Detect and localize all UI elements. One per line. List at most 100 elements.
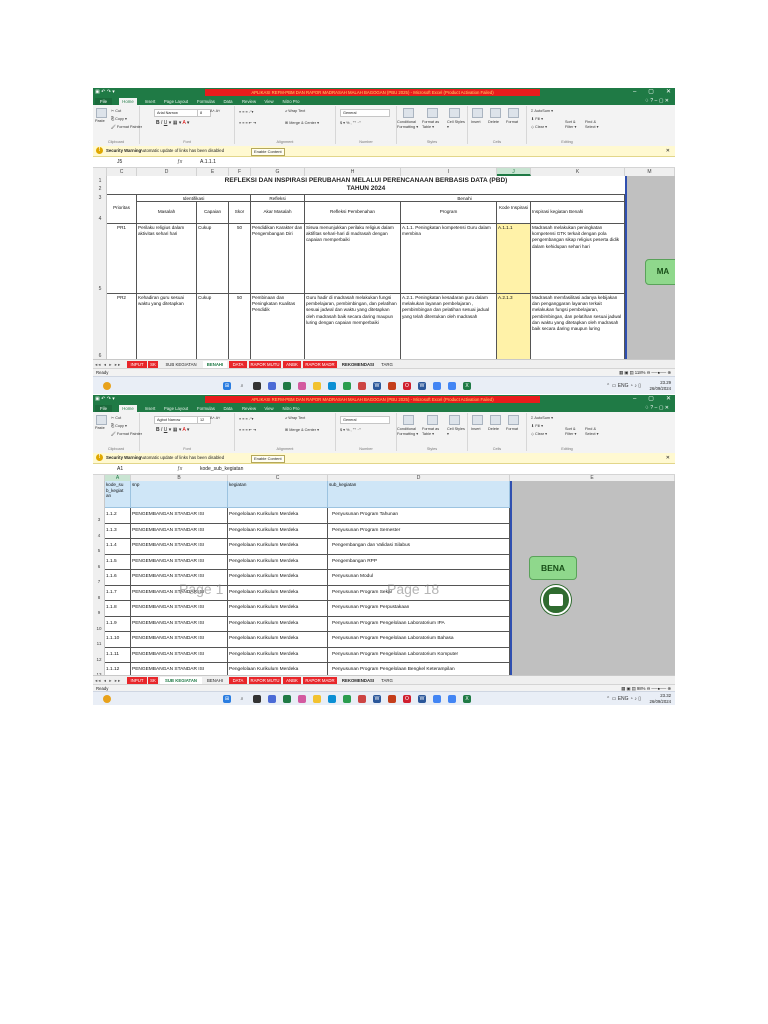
- prioritas-cell[interactable]: PR2: [107, 294, 137, 359]
- format-as-table-button[interactable]: Format as Table ▾: [422, 120, 444, 129]
- row-number[interactable]: 4: [93, 216, 107, 222]
- sub-kegiatan-cell[interactable]: Penyusunan Program Pengelolaan Laborator…: [328, 632, 510, 648]
- sheet-tab-rapor-madr[interactable]: RAPOR MADR: [303, 361, 337, 368]
- insert-button[interactable]: Insert: [471, 427, 481, 431]
- sheet-tab-targ[interactable]: TARG: [379, 361, 395, 368]
- fx-icon[interactable]: ƒx: [177, 157, 182, 167]
- wrap-text-button[interactable]: ⤶ Wrap Text: [285, 416, 305, 420]
- font-grow-icon[interactable]: A˄ A˅: [210, 109, 220, 113]
- fx-icon[interactable]: ƒx: [177, 464, 182, 474]
- format-button[interactable]: Format: [506, 427, 518, 431]
- number-format-combo[interactable]: General: [340, 109, 390, 117]
- align-top-icon[interactable]: ≡ ≡ ≡ ⟋▾: [239, 416, 253, 421]
- snp-cell[interactable]: PENGEMBANGAN STANDAR ISI: [131, 632, 228, 648]
- snp-cell[interactable]: PENGEMBANGAN STANDAR ISI: [131, 663, 228, 675]
- sheet-tab-input[interactable]: INPUT: [127, 361, 147, 368]
- windows-start-icon[interactable]: ⊞: [223, 695, 231, 703]
- zoom-level[interactable]: ▦ ▣ ▤ 118% ⊖ ──●── ⊕: [619, 369, 671, 376]
- tab-data[interactable]: Data: [221, 98, 235, 105]
- word-icon[interactable]: W: [418, 695, 426, 703]
- skor-cell[interactable]: 50: [229, 224, 251, 294]
- chrome-icon[interactable]: [448, 695, 456, 703]
- bold-italic-underline[interactable]: B I U ▾ ▦ ▾ A ▾: [156, 120, 189, 126]
- tab-view[interactable]: View: [262, 98, 276, 105]
- snp-cell[interactable]: PENGEMBANGAN STANDAR ISI: [131, 616, 228, 632]
- kegiatan-cell[interactable]: Pengelolaan Kurikulum Merdeka: [228, 554, 328, 570]
- font-size-combo[interactable]: 12: [197, 416, 211, 424]
- sheet-tab-benahi[interactable]: BENAHI: [203, 677, 227, 684]
- kode-cell[interactable]: 1.1.5: [105, 554, 131, 570]
- sheet-tab-sub-kegiatan[interactable]: SUB KEGIATAN: [160, 361, 202, 368]
- sub-kegiatan-cell[interactable]: Pengembangan RPP: [328, 554, 510, 570]
- font-name-combo[interactable]: Arial Narrow: [154, 109, 198, 117]
- copy-button[interactable]: ⎘ Copy ▾: [111, 423, 127, 428]
- sub-kegiatan-cell[interactable]: Penyusunan Program Pengelolaan Bengkel K…: [328, 663, 510, 675]
- sheet-tab-sk[interactable]: SK: [148, 677, 158, 684]
- column-header[interactable]: I: [401, 168, 497, 176]
- column-header[interactable]: F: [229, 168, 251, 176]
- column-header[interactable]: H: [305, 168, 401, 176]
- autosum-button[interactable]: Σ AutoSum ▾: [531, 415, 553, 420]
- row-number[interactable]: 4: [93, 533, 105, 538]
- window-controls[interactable]: – ▢ ✕: [621, 88, 671, 97]
- bena-button[interactable]: BENA: [529, 556, 577, 580]
- sheet-tab-anbk[interactable]: ANBK: [283, 361, 301, 368]
- kegiatan-cell[interactable]: Pengelolaan Kurikulum Merdeka: [228, 585, 328, 601]
- chrome-icon[interactable]: [433, 695, 441, 703]
- kode-cell[interactable]: 1.1.2: [105, 508, 131, 524]
- row-number[interactable]: 5: [93, 548, 105, 553]
- app-icon[interactable]: [358, 695, 366, 703]
- app-icon[interactable]: [358, 382, 366, 390]
- task-view-icon[interactable]: [253, 695, 261, 703]
- font-grow-icon[interactable]: A˄ A˅: [210, 416, 220, 420]
- row-number[interactable]: 1: [93, 178, 107, 184]
- ribbon-help-icon[interactable]: ♢ ? – ▢ ✕: [644, 98, 669, 105]
- clear-button[interactable]: ◇ Clear ▾: [531, 431, 547, 436]
- tab-file[interactable]: File: [95, 98, 112, 105]
- tab-insert[interactable]: Insert: [142, 98, 158, 105]
- capaian-cell[interactable]: Cukup: [197, 224, 229, 294]
- clear-button[interactable]: ◇ Clear ▾: [531, 124, 547, 129]
- close-icon[interactable]: ✕: [666, 146, 670, 156]
- sub-kegiatan-cell[interactable]: Pengembangan dan Validasi Silabus: [328, 539, 510, 555]
- sheet-tab-rekomendasi[interactable]: REKOMENDASI: [339, 361, 377, 368]
- sheet-tab-rapor-mutu[interactable]: RAPOR MUTU: [249, 677, 281, 684]
- system-tray[interactable]: ⌃ ▭ ENG ◔ ♪ ▯: [606, 692, 641, 705]
- kode-cell[interactable]: 1.1.12: [105, 663, 131, 675]
- snp-cell[interactable]: PENGEMBANGAN STANDAR ISI: [131, 601, 228, 617]
- format-as-table-icon[interactable]: [427, 415, 438, 425]
- row-number[interactable]: 3: [93, 517, 105, 522]
- tab-page-layout[interactable]: Page Layout: [162, 98, 190, 105]
- akar-cell[interactable]: Pendidikan Karakter dan Pengembangan Dir…: [251, 224, 305, 294]
- search-icon[interactable]: ⌕: [238, 382, 246, 390]
- opera-icon[interactable]: O: [403, 382, 411, 390]
- cut-button[interactable]: ✂ Cut: [111, 415, 121, 420]
- snp-cell[interactable]: PENGEMBANGAN STANDAR ISI: [131, 523, 228, 539]
- quick-access-toolbar[interactable]: ▣ ↶ ↷ ▾: [95, 396, 131, 403]
- format-cells-icon[interactable]: [508, 108, 519, 118]
- find-select-button[interactable]: Find & Select ▾: [585, 120, 603, 129]
- sub-kegiatan-cell[interactable]: Penyusunan Program Semester: [328, 523, 510, 539]
- clock[interactable]: 23.32 26/09/2024: [649, 693, 671, 704]
- enable-content-button[interactable]: Enable Content: [251, 455, 285, 463]
- paste-button[interactable]: Paste: [95, 426, 105, 430]
- close-icon[interactable]: ✕: [666, 453, 670, 463]
- kode-cell[interactable]: 1.1.8: [105, 601, 131, 617]
- row-number[interactable]: 5: [93, 286, 107, 292]
- sort-filter-button[interactable]: Sort & Filter ▾: [565, 120, 583, 129]
- row-number[interactable]: 10: [93, 626, 105, 631]
- kegiatan-cell[interactable]: Pengelolaan Kurikulum Merdeka: [228, 508, 328, 524]
- chrome-icon[interactable]: [433, 382, 441, 390]
- row-number[interactable]: 12: [93, 657, 105, 662]
- kode-cell-selected[interactable]: A.1.1.1: [497, 224, 531, 294]
- browser-edge-icon[interactable]: [328, 382, 336, 390]
- kode-cell[interactable]: 1.1.11: [105, 647, 131, 663]
- word-icon[interactable]: W: [373, 382, 381, 390]
- tab-view[interactable]: View: [262, 405, 276, 412]
- row-number[interactable]: 8: [93, 595, 105, 600]
- system-tray[interactable]: ⌃ ▭ ENG ◔ ♪ ▯: [606, 377, 641, 394]
- tab-home[interactable]: Home: [119, 405, 137, 412]
- kode-cell[interactable]: 1.1.10: [105, 632, 131, 648]
- sort-filter-button[interactable]: Sort & Filter ▾: [565, 427, 583, 436]
- kegiatan-cell[interactable]: Pengelolaan Kurikulum Merdeka: [228, 663, 328, 675]
